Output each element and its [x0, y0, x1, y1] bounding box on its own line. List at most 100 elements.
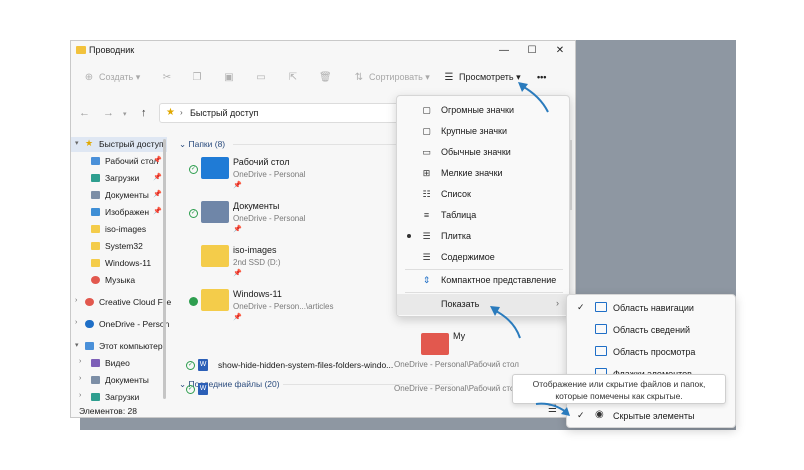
onedrive-icon	[85, 320, 94, 328]
folder-name[interactable]: Документы	[233, 201, 279, 211]
address-bar[interactable]: ★ › Быстрый доступ	[159, 103, 399, 123]
desktop-icon	[91, 157, 100, 165]
sidebar-item-onedrive[interactable]: › OneDrive - Person	[71, 317, 169, 332]
history-chevron-icon[interactable]: ▾	[123, 110, 127, 118]
folder-icon	[91, 259, 100, 267]
maximize-button[interactable]: ☐	[525, 44, 539, 58]
sidebar-item-quick-access[interactable]: ▾ ★ Быстрый доступ	[71, 137, 167, 152]
command-bar: ⊕ Создать ▾ ✂ ❐ ▣ ▭ ⇱ 🗑 ⇅ Сортировать ▾ …	[71, 65, 575, 93]
menu-item-label: Показать	[441, 299, 480, 309]
expand-icon[interactable]: ▾	[75, 139, 79, 147]
sidebar-item-desktop[interactable]: Рабочий стол 📌	[71, 154, 167, 169]
back-arrow-icon[interactable]: ←	[79, 107, 90, 119]
menu-item-medium-icons[interactable]: ▭ Обычные значки	[397, 142, 571, 163]
recent-row[interactable]: ✓ W OneDrive - Personal\Рабочий стол	[186, 382, 519, 398]
submenu-item-label: Область сведений	[613, 325, 691, 335]
sidebar-item-documents[interactable]: Документы 📌	[71, 188, 167, 203]
sidebar-scrollbar[interactable]	[163, 139, 166, 399]
submenu-item-hidden-items[interactable]: ✓ ◉ Скрытые элементы	[567, 405, 737, 427]
new-button[interactable]: Создать ▾	[99, 72, 140, 86]
chevron-right-icon: ›	[556, 298, 559, 308]
menu-item-details[interactable]: ≡ Таблица	[397, 205, 571, 226]
expand-icon[interactable]: ›	[75, 319, 77, 326]
menu-item-tiles[interactable]: ☰ Плитка	[397, 226, 571, 247]
expand-icon[interactable]: ▾	[75, 341, 79, 349]
sidebar-item-pictures[interactable]: Изображен 📌	[71, 205, 167, 220]
submenu-item-navigation-pane[interactable]: ✓ Область навигации	[567, 297, 737, 319]
menu-item-show[interactable]: Показать ›	[397, 294, 571, 315]
sidebar-item-music[interactable]: Музыка	[71, 273, 167, 288]
menu-item-large-icons[interactable]: ▢ Крупные значки	[397, 121, 571, 142]
pin-icon: 📌	[153, 191, 162, 198]
menu-item-list[interactable]: ☷ Список	[397, 184, 571, 205]
paste-icon[interactable]: ▣	[223, 72, 235, 84]
copy-icon[interactable]: ❐	[191, 72, 203, 84]
videos-icon	[91, 359, 100, 367]
check-icon: ✓	[577, 410, 585, 420]
rename-icon[interactable]: ▭	[255, 72, 267, 84]
up-arrow-icon[interactable]: ↑	[141, 107, 147, 119]
compact-icon: ⇕	[422, 275, 431, 285]
sidebar-item-label: Быстрый доступ	[99, 139, 164, 149]
cut-icon[interactable]: ✂	[161, 72, 173, 84]
sort-button[interactable]: Сортировать ▾	[369, 72, 430, 86]
details-view-toggle-icon[interactable]: ☰	[548, 404, 557, 415]
menu-scrollbar[interactable]	[570, 140, 572, 210]
sidebar-item-downloads[interactable]: Загрузки 📌	[71, 171, 167, 186]
show-submenu: ✓ Область навигации Область сведений Обл…	[566, 294, 736, 428]
submenu-item-preview-pane[interactable]: Область просмотра	[567, 341, 737, 363]
desktop-folder-icon	[201, 157, 229, 179]
delete-icon[interactable]: 🗑	[319, 72, 332, 84]
expand-icon[interactable]: ›	[79, 392, 81, 399]
submenu-item-details-pane[interactable]: Область сведений	[567, 319, 737, 341]
preview-pane-icon	[595, 346, 607, 356]
sidebar-item-label: Музыка	[105, 275, 136, 285]
file-location: OneDrive - Personal\Рабочий стол	[394, 360, 519, 369]
expand-icon[interactable]: ›	[75, 297, 77, 304]
sidebar-item-label: Загрузки	[105, 173, 140, 183]
square-icon: ▢	[422, 126, 431, 136]
folder-name[interactable]: iso-images	[233, 245, 277, 255]
sidebar-item-system32[interactable]: System32	[71, 239, 167, 254]
menu-item-content[interactable]: ☰ Содержимое	[397, 247, 571, 268]
sidebar-item-creative-cloud[interactable]: › Creative Cloud File	[71, 295, 171, 310]
menu-item-compact-view[interactable]: ⇕ Компактное представление	[397, 270, 571, 291]
sidebar-item-label: Изображен	[105, 207, 150, 217]
folder-name[interactable]: Windows-11	[233, 289, 282, 299]
documents-icon	[91, 191, 100, 199]
more-button[interactable]: •••	[537, 72, 546, 86]
sidebar-item-this-pc[interactable]: ▾ Этот компьютер	[71, 339, 167, 354]
title-bar: Проводник — ☐ ✕	[71, 41, 575, 61]
close-button[interactable]: ✕	[553, 44, 567, 58]
share-icon[interactable]: ⇱	[287, 72, 299, 84]
sidebar-item-windows-11[interactable]: Windows-11	[71, 256, 167, 271]
folder-name[interactable]: Рабочий стол	[233, 157, 290, 167]
sidebar-item-videos[interactable]: › Видео	[71, 356, 167, 371]
file-name: show-hide-hidden-system-files-folders-wi…	[218, 360, 394, 370]
folders-group-header[interactable]: ⌄ Папки (8)	[179, 139, 225, 150]
menu-item-extra-large-icons[interactable]: ▢ Огромные значки	[397, 100, 571, 121]
expand-icon[interactable]: ›	[79, 358, 81, 365]
sidebar-item-label: Документы	[105, 190, 149, 200]
explorer-app-icon	[76, 46, 86, 54]
expand-icon[interactable]: ›	[79, 375, 81, 382]
hidden-items-tooltip: Отображение или скрытие файлов и папок, …	[512, 374, 726, 404]
sidebar-item-label: Документы	[105, 375, 149, 385]
menu-item-label: Крупные значки	[441, 126, 508, 136]
menu-item-small-icons[interactable]: ⊞ Мелкие значки	[397, 163, 571, 184]
recent-row[interactable]: ✓ W show-hide-hidden-system-files-folder…	[186, 358, 519, 374]
minimize-button[interactable]: —	[497, 44, 511, 58]
menu-item-label: Обычные значки	[441, 147, 511, 157]
creative-cloud-icon	[85, 298, 94, 306]
eye-icon: ◉	[595, 409, 604, 420]
sidebar-item-pc-documents[interactable]: › Документы	[71, 373, 167, 388]
forward-arrow-icon[interactable]: →	[103, 107, 114, 119]
menu-item-label: Компактное представление	[441, 275, 557, 285]
folder-name[interactable]: Му	[453, 331, 465, 341]
folder-icon	[91, 225, 100, 233]
sync-status-icon: ✓	[189, 209, 198, 218]
view-button[interactable]: Просмотреть ▾	[459, 72, 521, 86]
tiles-icon: ☰	[422, 231, 431, 241]
star-icon: ★	[85, 138, 94, 148]
sidebar-item-iso-images[interactable]: iso-images	[71, 222, 167, 237]
